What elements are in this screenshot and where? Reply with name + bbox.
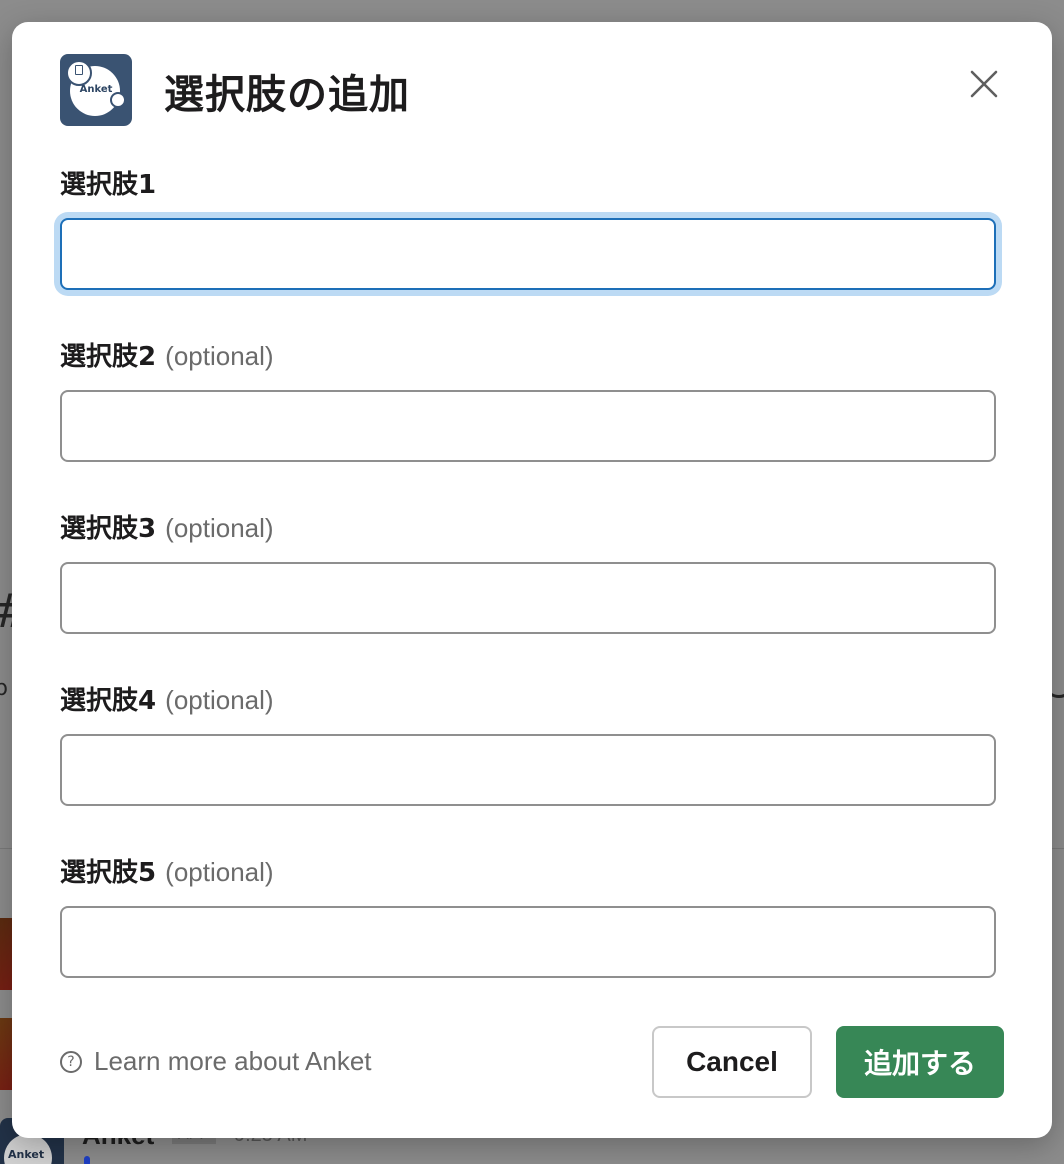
cancel-button[interactable]: Cancel <box>652 1026 812 1098</box>
option-1-label-text: 選択肢1 <box>60 170 157 200</box>
clipboard-icon <box>75 65 83 75</box>
add-submit-button[interactable]: 追加する <box>836 1026 1004 1098</box>
background-indicator <box>84 1156 90 1164</box>
option-2-label-text: 選択肢2 <box>60 342 157 372</box>
option-4-label-text: 選択肢4 <box>60 686 157 716</box>
avatar-label: Anket <box>8 1148 45 1161</box>
optional-marker: (optional) <box>165 685 274 715</box>
close-button[interactable] <box>962 62 1006 106</box>
option-1-input[interactable] <box>60 218 996 290</box>
option-3-label: 選択肢3 (optional) <box>60 508 274 545</box>
option-4-input[interactable] <box>60 734 996 806</box>
option-4-label: 選択肢4 (optional) <box>60 680 274 717</box>
option-3-input[interactable] <box>60 562 996 634</box>
option-3-label-text: 選択肢3 <box>60 514 157 544</box>
close-icon <box>970 70 998 98</box>
background-text-fragment: p <box>0 676 8 701</box>
option-5-label-text: 選択肢5 <box>60 858 157 888</box>
option-5-input[interactable] <box>60 906 996 978</box>
modal-title: 選択肢の追加 <box>164 72 410 118</box>
help-circle-icon: ? <box>60 1050 82 1073</box>
background-thumbnail <box>0 1018 12 1090</box>
app-icon-label: Anket <box>79 84 113 95</box>
learn-more-link[interactable]: ? Learn more about Anket <box>60 1046 372 1077</box>
learn-more-text: Learn more about Anket <box>94 1046 372 1076</box>
add-options-modal: Anket 選択肢の追加 選択肢1 選択肢2 (optional) 選択肢3 (… <box>12 22 1052 1138</box>
option-1-label: 選択肢1 <box>60 164 156 201</box>
background-thumbnail <box>0 918 12 990</box>
optional-marker: (optional) <box>165 857 274 887</box>
anket-app-icon: Anket <box>60 54 132 126</box>
option-2-label: 選択肢2 (optional) <box>60 336 274 373</box>
option-2-input[interactable] <box>60 390 996 462</box>
optional-marker: (optional) <box>165 341 274 371</box>
option-5-label: 選択肢5 (optional) <box>60 852 274 889</box>
optional-marker: (optional) <box>165 513 274 543</box>
